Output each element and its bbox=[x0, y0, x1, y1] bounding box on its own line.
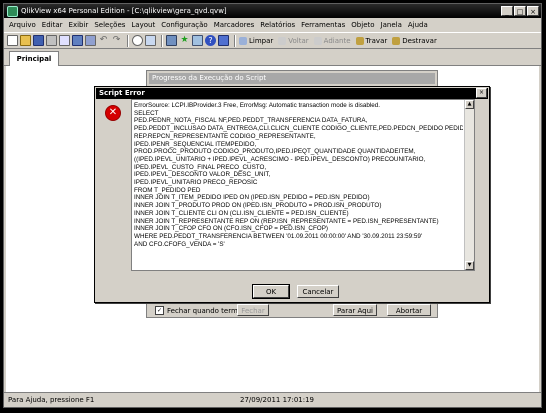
close-icon[interactable]: × bbox=[476, 88, 487, 98]
edit-script-icon[interactable] bbox=[72, 35, 83, 46]
menu-configuracao[interactable]: Configuração bbox=[161, 21, 207, 29]
parar-aqui-button[interactable]: Parar Aqui bbox=[333, 304, 377, 316]
server-icon[interactable] bbox=[192, 35, 203, 46]
print-preview-icon[interactable] bbox=[59, 35, 70, 46]
qlikview-app-icon bbox=[7, 5, 18, 17]
menu-arquivo[interactable]: Arquivo bbox=[9, 21, 36, 29]
close-window-button[interactable]: × bbox=[527, 6, 539, 16]
vertical-scrollbar[interactable]: ▲ ▼ bbox=[464, 100, 474, 270]
menu-relatorios[interactable]: Relatórios bbox=[260, 21, 295, 29]
error-message-text: ErrorSource: LCPI.IBProvider.3 Free, Err… bbox=[134, 102, 463, 248]
back-icon bbox=[278, 36, 287, 45]
menu-bar: Arquivo Editar Exibir Seleções Layout Co… bbox=[4, 18, 541, 31]
error-message-box[interactable]: ErrorSource: LCPI.IBProvider.3 Free, Err… bbox=[131, 99, 475, 271]
abortar-button[interactable]: Abortar bbox=[387, 304, 431, 316]
menu-janela[interactable]: Janela bbox=[381, 21, 402, 29]
star-icon[interactable]: ★ bbox=[179, 35, 190, 46]
search-icon[interactable] bbox=[132, 35, 143, 46]
menu-editar[interactable]: Editar bbox=[42, 21, 63, 29]
travar-button[interactable]: Travar bbox=[355, 36, 388, 45]
script-error-dialog: Script Error × ✕ ErrorSource: LCPI.IBPro… bbox=[94, 86, 490, 303]
redo-icon[interactable]: ↷ bbox=[111, 35, 122, 46]
checkbox-checked-icon: ✓ bbox=[155, 306, 164, 315]
menu-selecoes[interactable]: Seleções bbox=[94, 21, 125, 29]
properties-icon[interactable] bbox=[145, 35, 156, 46]
window-title: QlikView x64 Personal Edition - [C:\qlik… bbox=[21, 7, 227, 15]
table-viewer-icon[interactable] bbox=[166, 35, 177, 46]
help-icon[interactable]: ? bbox=[205, 35, 216, 46]
menu-layout[interactable]: Layout bbox=[131, 21, 155, 29]
fechar-button[interactable]: Fechar bbox=[237, 304, 269, 316]
limpar-button[interactable]: Limpar bbox=[239, 36, 274, 45]
print-icon[interactable] bbox=[46, 35, 57, 46]
travar-label: Travar bbox=[365, 36, 388, 45]
menu-exibir[interactable]: Exibir bbox=[69, 21, 89, 29]
open-folder-icon[interactable] bbox=[20, 35, 31, 46]
status-bar: Para Ajuda, pressione F1 27/09/2011 17:0… bbox=[4, 392, 541, 407]
save-icon[interactable] bbox=[33, 35, 44, 46]
toolbar: ↶ ↷ ★ ? Limpar Voltar Adiante Travar Des… bbox=[4, 32, 541, 49]
status-help-text: Para Ajuda, pressione F1 bbox=[8, 396, 95, 404]
new-document-icon[interactable] bbox=[7, 35, 18, 46]
minimize-button[interactable]: _ bbox=[501, 6, 513, 16]
undo-icon[interactable]: ↶ bbox=[98, 35, 109, 46]
destravar-button[interactable]: Destravar bbox=[392, 36, 437, 45]
cancelar-button[interactable]: Cancelar bbox=[297, 285, 339, 298]
clear-icon bbox=[239, 36, 247, 45]
adiante-button[interactable]: Adiante bbox=[313, 36, 351, 45]
menu-ajuda[interactable]: Ajuda bbox=[408, 21, 428, 29]
unlock-icon bbox=[392, 36, 401, 45]
forward-icon bbox=[313, 36, 322, 45]
ok-button[interactable]: OK bbox=[252, 284, 290, 299]
menu-marcadores[interactable]: Marcadores bbox=[214, 21, 255, 29]
reload-icon[interactable] bbox=[85, 35, 96, 46]
scroll-up-icon[interactable]: ▲ bbox=[465, 100, 474, 109]
sheet-tab-bar: Principal bbox=[4, 49, 541, 66]
progress-dialog-title: Progresso da Execução do Script bbox=[149, 73, 435, 84]
script-error-title: Script Error bbox=[96, 88, 488, 99]
error-icon: ✕ bbox=[105, 105, 121, 121]
menu-objeto[interactable]: Objeto bbox=[351, 21, 374, 29]
voltar-label: Voltar bbox=[288, 36, 309, 45]
maximize-button[interactable]: □ bbox=[514, 6, 526, 16]
limpar-label: Limpar bbox=[249, 36, 274, 45]
scroll-down-icon[interactable]: ▼ bbox=[465, 261, 474, 270]
tab-principal[interactable]: Principal bbox=[9, 51, 59, 66]
menu-ferramentas[interactable]: Ferramentas bbox=[301, 21, 345, 29]
title-bar: QlikView x64 Personal Edition - [C:\qlik… bbox=[4, 4, 541, 18]
status-datetime: 27/09/2011 17:01:19 bbox=[240, 396, 315, 404]
lock-icon bbox=[355, 36, 364, 45]
adiante-label: Adiante bbox=[323, 36, 351, 45]
destravar-label: Destravar bbox=[402, 36, 437, 45]
info-icon[interactable] bbox=[218, 35, 229, 46]
voltar-button[interactable]: Voltar bbox=[278, 36, 309, 45]
